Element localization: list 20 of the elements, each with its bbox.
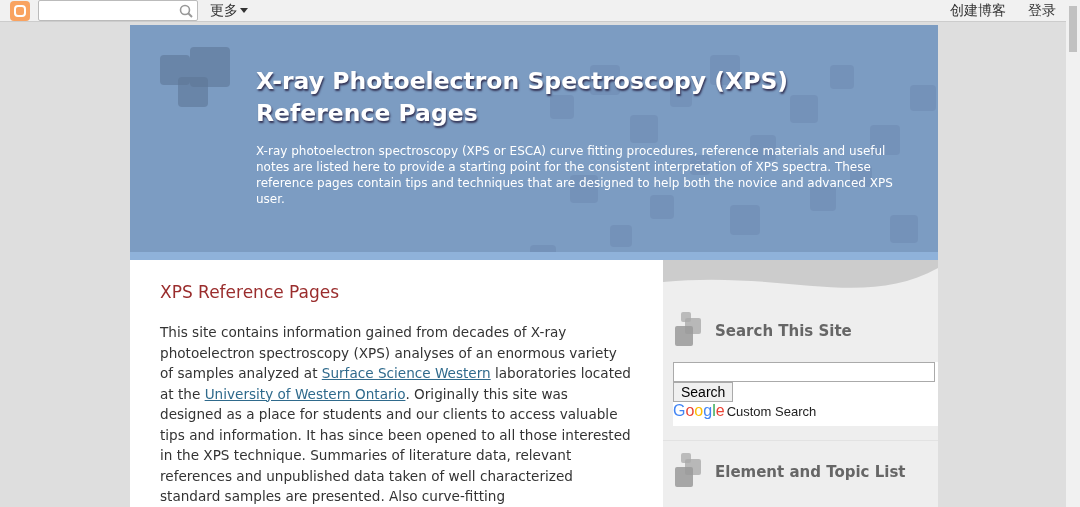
search-icon: [179, 3, 193, 18]
more-menu-button[interactable]: 更多: [206, 1, 252, 20]
search-field[interactable]: [38, 0, 198, 21]
widget-title: Element and Topic List: [715, 463, 906, 481]
site-description: X-ray photoelectron spectroscopy (XPS or ESCA) curve fitting procedures, reference materials and useful notes are listed here to provide a starting point for the consistent interpretation of XPS spectra. These reference pages contain tips and techniques that are designed to help both the novice and advanced XPS user.: [256, 143, 894, 207]
widget-title: Search This Site: [715, 322, 852, 340]
site-title: X-ray Photoelectron Spectroscopy (XPS) Reference Pages: [256, 66, 790, 129]
scrollbar[interactable]: [1066, 0, 1080, 507]
caret-icon: [240, 8, 248, 13]
text-link[interactable]: Surface Science Western: [321, 365, 491, 381]
nav-link[interactable]: 创建博客: [950, 1, 1006, 20]
intro-paragraph: This site contains information gained from decades of X-ray photoelectron spectroscopy (XPS) analyses of an enormous variety of samples analyzed at Surface Science Western laboratories located at the University of Western Ontario. Originally this site was designed as a place for students and our clients to access valuable tips and information. It has since been opened to all those interested in the XPS technique. Summaries of literature data, relevant references and unpublished data taken of well characterized standard samples are presented. Also curve-fitting: [160, 323, 632, 506]
nav-link[interactable]: 登录: [1028, 1, 1056, 20]
page-heading: XPS Reference Pages: [160, 282, 341, 302]
blog-logo-icon[interactable]: [10, 0, 30, 21]
logo-caption: Custom Search: [726, 404, 817, 419]
search-input[interactable]: [673, 362, 935, 382]
google-logo: Google: [673, 402, 725, 420]
text-link[interactable]: University of Western Ontario: [204, 385, 406, 402]
search-button[interactable]: Search: [673, 382, 734, 402]
